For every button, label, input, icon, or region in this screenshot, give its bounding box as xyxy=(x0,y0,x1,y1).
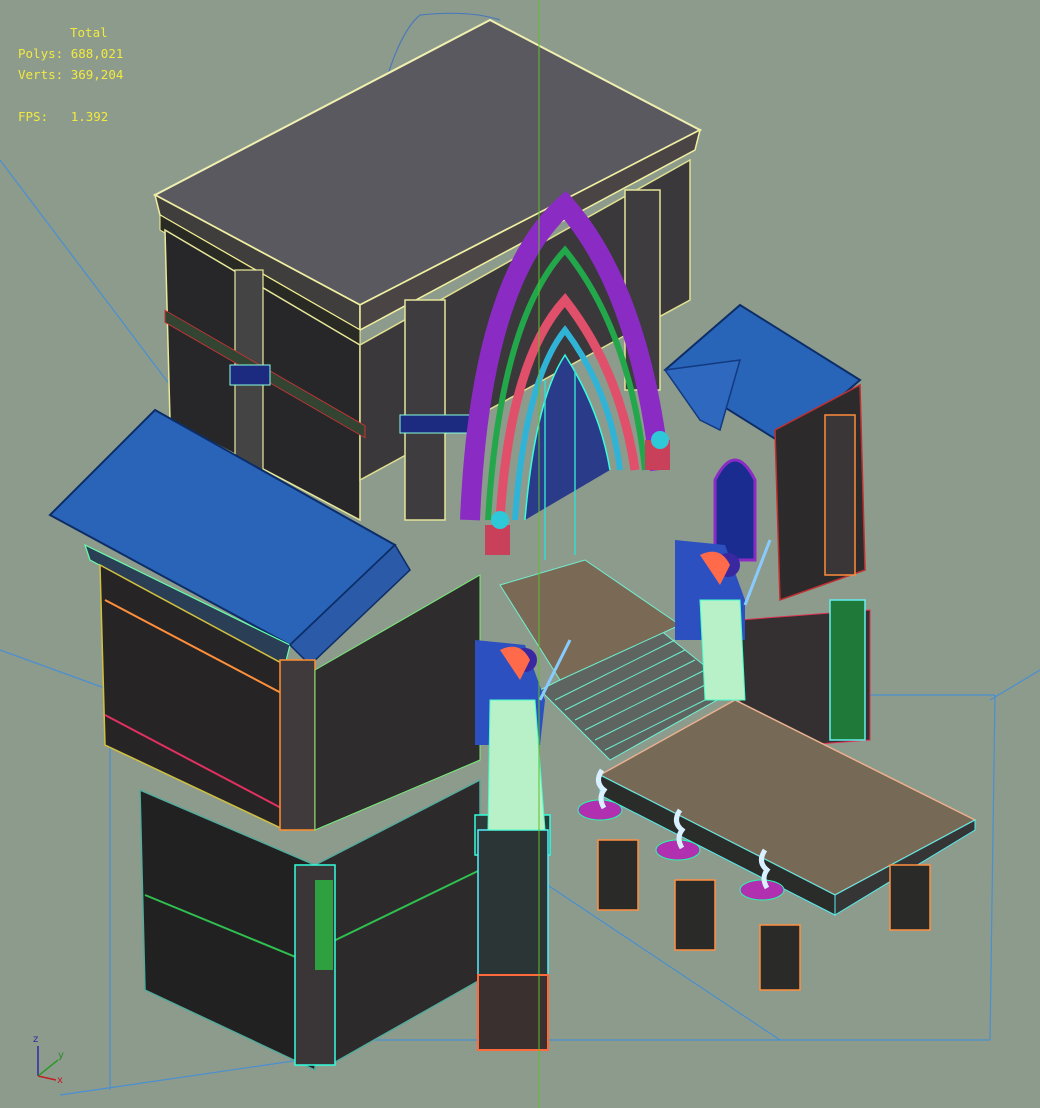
verts-row: Verts: 369,204 xyxy=(18,64,123,85)
3d-viewport[interactable]: Total Polys: 688,021 Verts: 369,204 FPS:… xyxy=(0,0,1040,1108)
axis-y-label: y xyxy=(58,1050,64,1061)
polys-row: Polys: 688,021 xyxy=(18,43,123,64)
axis-x-label: x xyxy=(57,1075,63,1086)
viewport-statistics: Total Polys: 688,021 Verts: 369,204 FPS:… xyxy=(18,22,123,127)
fps-label: FPS: xyxy=(18,109,49,124)
stats-title: Total xyxy=(70,25,108,40)
polys-label: Polys: xyxy=(18,46,64,61)
verts-label: Verts: xyxy=(18,67,64,82)
verts-value: 369,204 xyxy=(70,67,124,82)
fps-value: 1.392 xyxy=(70,109,109,124)
axis-gizmo: z y x xyxy=(33,1034,64,1086)
axis-z-label: z xyxy=(33,1034,38,1045)
fps-row: FPS: 1.392 xyxy=(18,106,123,127)
scene-render[interactable] xyxy=(0,0,1040,1108)
polys-value: 688,021 xyxy=(70,46,124,61)
